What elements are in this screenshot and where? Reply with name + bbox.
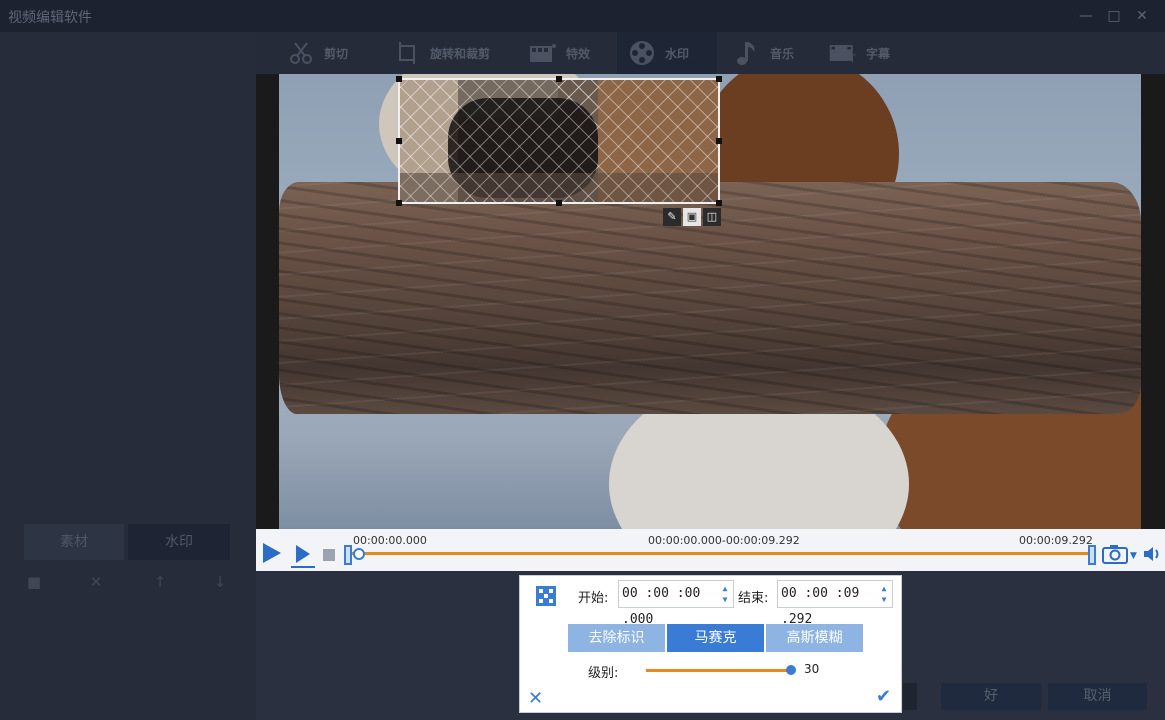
start-time-label: 开始: bbox=[578, 591, 609, 606]
tab-watermark[interactable]: 水印 bbox=[128, 524, 230, 560]
resize-handle-top[interactable] bbox=[556, 76, 562, 82]
timeline-track[interactable] bbox=[352, 552, 1092, 555]
resize-handle-bottom[interactable] bbox=[556, 200, 562, 206]
edit-toolbar: 剪切 旋转和裁剪 特效 水印 音乐 T 字幕 bbox=[256, 32, 1165, 74]
chevron-down-icon[interactable]: ▼ bbox=[1130, 551, 1137, 561]
close-icon[interactable]: ✕ bbox=[1132, 6, 1152, 26]
start-time-value: 00 :00 :00 .000 bbox=[622, 586, 701, 627]
ok-button[interactable]: 好 bbox=[941, 683, 1041, 710]
crop-rotate-icon bbox=[392, 39, 422, 67]
timeline-bar: 00:00:00.000 00:00:00.000-00:00:09.292 0… bbox=[256, 529, 1165, 571]
trim-start-handle[interactable] bbox=[344, 545, 352, 565]
minimize-icon[interactable]: — bbox=[1076, 6, 1096, 26]
mode-remove-logo[interactable]: 去除标识 bbox=[568, 624, 665, 652]
video-preview: ✎ ▣ ◫ bbox=[256, 74, 1165, 529]
tool-subtitle-label: 字幕 bbox=[866, 46, 891, 61]
hidden-button-edge bbox=[903, 683, 917, 710]
resize-handle-tr[interactable] bbox=[716, 76, 722, 82]
end-time-value: 00 :00 :09 .292 bbox=[781, 586, 860, 627]
film-reel-icon bbox=[627, 39, 657, 67]
timeline-range: 00:00:00.000-00:00:09.292 bbox=[648, 534, 800, 547]
mosaic-selection-box[interactable] bbox=[396, 76, 722, 206]
resize-handle-bl[interactable] bbox=[396, 200, 402, 206]
level-label: 级别: bbox=[588, 666, 619, 681]
tool-cut[interactable]: 剪切 bbox=[286, 32, 348, 74]
trash-icon[interactable]: ◫ bbox=[703, 208, 721, 226]
cancel-x-icon[interactable]: ✕ bbox=[528, 688, 543, 709]
level-slider-track[interactable] bbox=[646, 669, 790, 672]
move-down-icon[interactable]: ↓ bbox=[210, 572, 230, 592]
trim-end-handle[interactable] bbox=[1088, 545, 1096, 565]
end-time-label: 结束: bbox=[738, 591, 769, 606]
stop-icon[interactable] bbox=[323, 549, 335, 561]
tab-media[interactable]: 素材 bbox=[24, 524, 124, 560]
image-icon[interactable]: ▣ bbox=[683, 208, 701, 226]
mode-gaussian-blur[interactable]: 高斯模糊 bbox=[766, 624, 863, 652]
play-segment-icon[interactable] bbox=[290, 542, 316, 572]
resize-handle-br[interactable] bbox=[716, 200, 722, 206]
lock-icon[interactable]: ■ bbox=[24, 572, 44, 592]
tool-music[interactable]: 音乐 bbox=[732, 32, 794, 74]
end-time-field[interactable]: 00 :00 :09 .292 ▲ ▼ bbox=[777, 580, 893, 627]
tool-subtitle[interactable]: T 字幕 bbox=[828, 32, 890, 74]
subtitle-icon: T bbox=[828, 39, 858, 67]
media-panel: 素材 水印 ■ ✕ ↑ ↓ bbox=[0, 32, 256, 720]
effects-icon bbox=[528, 39, 558, 67]
camera-icon[interactable] bbox=[1102, 544, 1128, 568]
tool-crop-rotate-label: 旋转和裁剪 bbox=[430, 46, 491, 61]
start-time-field[interactable]: 00 :00 :00 .000 ▲ ▼ bbox=[618, 580, 734, 627]
region-tools: ✎ ▣ ◫ bbox=[663, 208, 721, 226]
level-slider-knob[interactable] bbox=[786, 665, 796, 675]
window-title: 视频编辑软件 bbox=[8, 10, 92, 26]
cancel-button[interactable]: 取消 bbox=[1048, 683, 1147, 710]
scissors-icon bbox=[286, 39, 316, 67]
mosaic-type-icon[interactable] bbox=[536, 586, 556, 606]
move-up-icon[interactable]: ↑ bbox=[150, 572, 170, 592]
blur-mode-group: 去除标识 马赛克 高斯模糊 bbox=[568, 624, 865, 652]
playhead-knob[interactable] bbox=[353, 548, 365, 560]
tool-crop-rotate[interactable]: 旋转和裁剪 bbox=[392, 32, 490, 74]
title-bar: 视频编辑软件 — □ ✕ bbox=[0, 0, 1165, 32]
resize-handle-tl[interactable] bbox=[396, 76, 402, 82]
timeline-start-time: 00:00:00.000 bbox=[353, 534, 427, 547]
confirm-check-icon[interactable]: ✔ bbox=[876, 686, 891, 707]
tool-music-label: 音乐 bbox=[770, 46, 795, 61]
edit-pencil-icon[interactable]: ✎ bbox=[663, 208, 681, 226]
maximize-icon[interactable]: □ bbox=[1104, 6, 1124, 26]
timeline-end-time: 00:00:09.292 bbox=[1019, 534, 1093, 547]
tool-effects-label: 特效 bbox=[566, 46, 591, 61]
svg-text:T: T bbox=[848, 54, 856, 66]
play-icon[interactable] bbox=[263, 543, 281, 563]
resize-handle-left[interactable] bbox=[396, 138, 402, 144]
mosaic-settings-panel: 开始: 00 :00 :00 .000 ▲ ▼ 结束: 00 :00 :09 .2… bbox=[519, 575, 902, 713]
delete-x-icon[interactable]: ✕ bbox=[86, 572, 106, 592]
resize-handle-right[interactable] bbox=[716, 138, 722, 144]
tool-watermark[interactable]: 水印 bbox=[617, 32, 717, 74]
tool-watermark-label: 水印 bbox=[665, 46, 690, 61]
music-note-icon bbox=[732, 39, 762, 67]
volume-icon[interactable] bbox=[1142, 545, 1162, 567]
tool-effects[interactable]: 特效 bbox=[528, 32, 590, 74]
tool-cut-label: 剪切 bbox=[324, 46, 349, 61]
level-value: 30 bbox=[804, 662, 820, 676]
start-time-spinner[interactable]: ▲ ▼ bbox=[719, 583, 731, 605]
mode-mosaic[interactable]: 马赛克 bbox=[667, 624, 764, 652]
video-frame: ✎ ▣ ◫ bbox=[279, 74, 1141, 529]
end-time-spinner[interactable]: ▲ ▼ bbox=[878, 583, 890, 605]
